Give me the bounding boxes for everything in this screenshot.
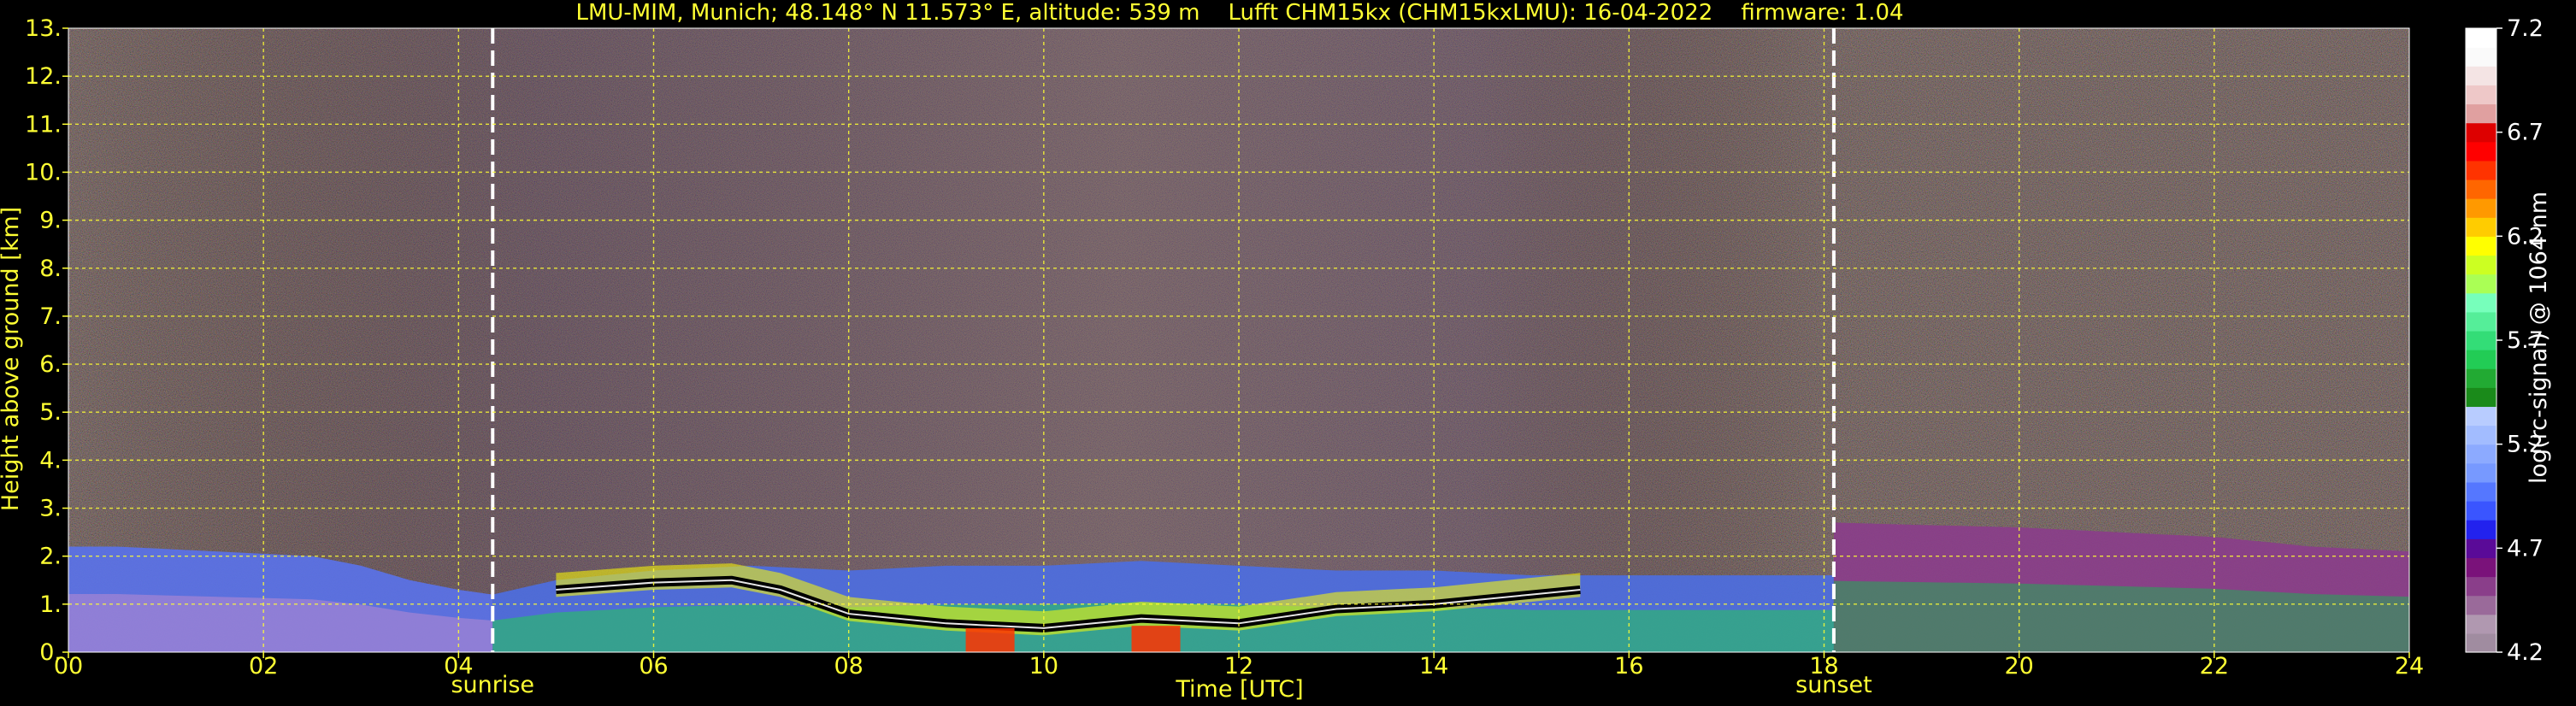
colorbar-segment (2466, 387, 2496, 408)
y-tick-label: 5. (39, 399, 62, 426)
y-axis-label: Height above ground [km] (0, 207, 24, 511)
colorbar-segment (2466, 538, 2496, 558)
y-tick-label: 6. (39, 351, 62, 378)
precipitation-patch (1131, 626, 1181, 652)
y-tick-label: 12. (25, 63, 62, 90)
x-tick-label: 24 (2395, 653, 2424, 680)
x-tick-label: 06 (639, 653, 668, 680)
x-tick-label: 16 (1614, 653, 1643, 680)
colorbar-segment (2466, 425, 2496, 445)
colorbar-segment (2466, 274, 2496, 294)
y-tick-label: 2. (39, 544, 62, 570)
plot-area (68, 28, 2409, 652)
ceilometer-figure: sunrise sunset 00 02 04 06 08 10 12 14 16 18 20 22 24… (0, 0, 2552, 703)
colorbar-segment (2466, 122, 2496, 143)
colorbar-segment (2466, 520, 2496, 539)
colorbar-segment (2466, 444, 2496, 464)
x-axis-label: Time [UTC] (1175, 676, 1303, 703)
colorbar-segment (2466, 217, 2496, 237)
colorbar-segment (2466, 350, 2496, 369)
chart-title: LMU-MIM, Munich; 48.148° N 11.573° E, al… (575, 0, 1903, 26)
x-tick-label: 10 (1029, 653, 1058, 680)
y-tick-label: 3. (39, 496, 62, 522)
colorbar-segment (2466, 255, 2496, 275)
colorbar-segment (2466, 462, 2496, 483)
y-tick-label: 13. (25, 15, 62, 42)
y-axis-ticks: 0. 1. 2. 3. 4. 5. 6. 7. 8. 9. 10. 11. 12. 13. (25, 15, 68, 666)
colorbar-segment (2466, 85, 2496, 105)
colorbar-segment (2466, 330, 2496, 350)
colorbar-segment (2466, 406, 2496, 427)
colorbar-segment (2466, 179, 2496, 199)
colorbar-tick-label: 6.7 (2507, 120, 2544, 146)
x-tick-label: 22 (2200, 653, 2229, 680)
y-tick-label: 11. (25, 111, 62, 138)
y-tick-label: 9. (39, 208, 62, 234)
colorbar-segment (2466, 632, 2496, 653)
colorbar-segment (2466, 501, 2496, 521)
y-tick-label: 4. (39, 447, 62, 474)
colorbar-segment (2466, 595, 2496, 615)
colorbar-segment (2466, 160, 2496, 180)
colorbar-segment (2466, 28, 2496, 48)
y-tick-label: 7. (39, 303, 62, 330)
precipitation-patch (965, 627, 1015, 652)
x-tick-label: 14 (1419, 653, 1448, 680)
colorbar-segment (2466, 141, 2496, 162)
colorbar-tick-label: 7.2 (2507, 15, 2544, 42)
colorbar-segment (2466, 198, 2496, 218)
colorbar-segment (2466, 103, 2496, 124)
x-tick-label: 18 (1809, 653, 1838, 680)
colorbar-segment (2466, 236, 2496, 256)
y-tick-label: 8. (39, 256, 62, 282)
y-tick-label: 10. (25, 159, 62, 185)
colorbar-tick-label: 4.2 (2507, 639, 2544, 666)
colorbar-tick-label: 4.7 (2507, 535, 2544, 562)
colorbar-segment (2466, 368, 2496, 388)
y-tick-label: 0. (39, 639, 62, 666)
y-tick-label: 1. (39, 591, 62, 618)
x-tick-label: 02 (249, 653, 278, 680)
colorbar-segment (2466, 47, 2496, 67)
colorbar-segment (2466, 614, 2496, 634)
colorbar-segment (2466, 311, 2496, 332)
colorbar-segment (2466, 576, 2496, 597)
x-tick-label: 20 (2004, 653, 2033, 680)
colorbar-segment (2466, 66, 2496, 85)
colorbar-segment (2466, 292, 2496, 313)
colorbar-segment (2466, 557, 2496, 578)
colorbar-label: log(rc-signal) @ 1064 nm (2526, 191, 2552, 484)
x-tick-label: 08 (834, 653, 863, 680)
x-tick-label: 04 (444, 653, 473, 680)
colorbar-segment (2466, 481, 2496, 502)
